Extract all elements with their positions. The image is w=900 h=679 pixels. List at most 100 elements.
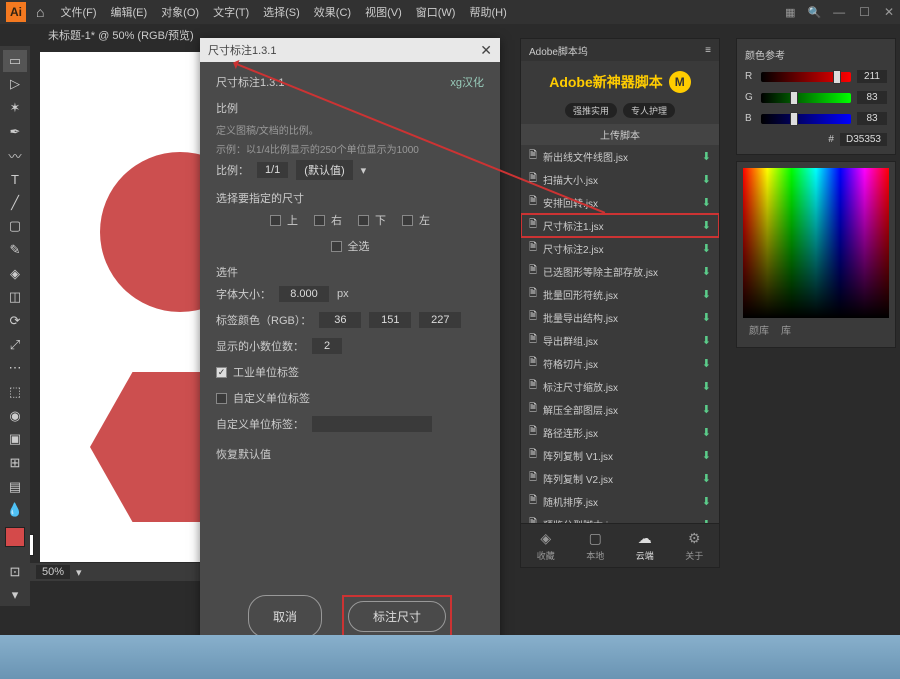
download-icon[interactable]: ⬇	[702, 219, 711, 232]
direct-selection-tool[interactable]: ▷	[3, 74, 27, 96]
menu-type[interactable]: 文字(T)	[207, 2, 255, 22]
chk-bottom[interactable]: 下	[358, 212, 386, 228]
download-icon[interactable]: ⬇	[702, 173, 711, 186]
pill-2[interactable]: 专人护理	[623, 103, 675, 118]
cancel-button[interactable]: 取消	[248, 595, 322, 638]
ratio-select[interactable]: 1/1	[257, 162, 288, 178]
tab-favorite[interactable]: ◈收藏	[537, 530, 555, 562]
script-list-item[interactable]: 🗎已选图形等除主部存放.jsx⬇	[521, 260, 719, 283]
g-slider[interactable]	[761, 93, 851, 103]
download-icon[interactable]: ⬇	[702, 449, 711, 462]
search-icon[interactable]: 🔍	[807, 6, 821, 19]
menu-edit[interactable]: 编辑(E)	[105, 2, 154, 22]
zoom-dropdown-icon[interactable]: ▾	[76, 566, 82, 579]
change-screen-tool[interactable]: ▾	[3, 585, 27, 607]
b-slider[interactable]	[761, 114, 851, 124]
download-icon[interactable]: ⬇	[702, 311, 711, 324]
chk-select-all[interactable]: 全选	[331, 238, 370, 254]
zoom-value[interactable]: 50%	[36, 565, 70, 579]
menu-select[interactable]: 选择(S)	[257, 2, 306, 22]
download-icon[interactable]: ⬇	[702, 403, 711, 416]
chk-right[interactable]: 右	[314, 212, 342, 228]
script-list-item[interactable]: 🗎导出群组.jsx⬇	[521, 329, 719, 352]
menu-file[interactable]: 文件(F)	[54, 2, 102, 22]
minimize-button[interactable]: —	[833, 5, 845, 19]
menu-effect[interactable]: 效果(C)	[308, 2, 357, 22]
shaper-tool[interactable]: ◈	[3, 263, 27, 285]
curvature-tool[interactable]: 〰	[3, 145, 27, 167]
rectangle-tool[interactable]: ▢	[3, 216, 27, 238]
chk-left[interactable]: 左	[402, 212, 430, 228]
ok-button[interactable]: 标注尺寸	[348, 601, 446, 632]
script-list-item[interactable]: 🗎批量导出结构.jsx⬇	[521, 306, 719, 329]
chk-top[interactable]: 上	[270, 212, 298, 228]
color-r-input[interactable]	[319, 312, 361, 328]
tab-local[interactable]: ▢本地	[586, 530, 604, 562]
dialog-close-button[interactable]: ✕	[480, 42, 492, 59]
font-size-input[interactable]	[279, 286, 329, 302]
red-hexagon-shape[interactable]	[90, 372, 200, 522]
fill-stroke-swatch[interactable]	[5, 527, 25, 547]
script-list-item[interactable]: 🗎阵列复制 V1.jsx⬇	[521, 444, 719, 467]
free-transform-tool[interactable]: ⬚	[3, 381, 27, 403]
download-icon[interactable]: ⬇	[702, 150, 711, 163]
scripts-list[interactable]: 🗎新出线文件线图.jsx⬇🗎扫描大小.jsx⬇🗎安排回转.jsx⬇🗎尺寸标注1.…	[521, 145, 719, 523]
selection-tool[interactable]: ▭	[3, 50, 27, 72]
dropdown-icon[interactable]: ▾	[361, 164, 367, 177]
rotate-tool[interactable]: ⟳	[3, 310, 27, 332]
close-button[interactable]: ✕	[884, 5, 894, 19]
ratio-default-select[interactable]: (默认值)	[296, 160, 352, 180]
script-list-item[interactable]: 🗎阵列复制 V2.jsx⬇	[521, 467, 719, 490]
tab-about[interactable]: ⚙关于	[685, 530, 703, 562]
script-list-item[interactable]: 🗎标注尺寸缩放.jsx⬇	[521, 375, 719, 398]
pill-1[interactable]: 强推实用	[565, 103, 617, 118]
magic-wand-tool[interactable]: ✶	[3, 97, 27, 119]
color-g-input[interactable]	[369, 312, 411, 328]
panel-menu-icon[interactable]: ≡	[705, 45, 711, 56]
script-list-item[interactable]: 🗎符格切片.jsx⬇	[521, 352, 719, 375]
script-list-item[interactable]: 🗎尺寸标注2.jsx⬇	[521, 237, 719, 260]
maximize-button[interactable]: ☐	[859, 5, 870, 19]
color-panel-tab[interactable]: 颜色参考	[745, 47, 887, 62]
script-list-item[interactable]: 🗎安排回转.jsx⬇	[521, 191, 719, 214]
script-list-item[interactable]: 🗎新出线文件线图.jsx⬇	[521, 145, 719, 168]
menu-help[interactable]: 帮助(H)	[463, 2, 512, 22]
download-icon[interactable]: ⬇	[702, 265, 711, 278]
chk-custom-units[interactable]: 自定义单位标签	[216, 390, 310, 406]
script-list-item[interactable]: 🗎随机排序.jsx⬇	[521, 490, 719, 513]
gradient-tool[interactable]: ▤	[3, 476, 27, 498]
screen-mode-tool[interactable]: ⊡	[3, 561, 27, 583]
eyedropper-tool[interactable]: 💧	[3, 499, 27, 521]
menu-object[interactable]: 对象(O)	[155, 2, 205, 22]
tab-cloud[interactable]: ☁云端	[636, 530, 654, 562]
r-value[interactable]: 211	[857, 70, 887, 83]
script-list-item[interactable]: 🗎尺寸标注1.jsx⬇	[521, 214, 719, 237]
type-tool[interactable]: T	[3, 168, 27, 190]
b-value[interactable]: 83	[857, 112, 887, 125]
download-icon[interactable]: ⬇	[702, 196, 711, 209]
script-list-item[interactable]: 🗎预览分型脚本.jsx⬇	[521, 513, 719, 523]
decimals-input[interactable]	[312, 338, 342, 354]
download-icon[interactable]: ⬇	[702, 426, 711, 439]
script-list-item[interactable]: 🗎解压全部图层.jsx⬇	[521, 398, 719, 421]
download-icon[interactable]: ⬇	[702, 472, 711, 485]
shape-builder-tool[interactable]: ◉	[3, 405, 27, 427]
picker-tab-swatches[interactable]: 颜库	[749, 322, 769, 337]
download-icon[interactable]: ⬇	[702, 288, 711, 301]
download-icon[interactable]: ⬇	[702, 357, 711, 370]
download-icon[interactable]: ⬇	[702, 242, 711, 255]
line-tool[interactable]: ╱	[3, 192, 27, 214]
scale-tool[interactable]: ⤢	[3, 334, 27, 356]
pen-tool[interactable]: ✒	[3, 121, 27, 143]
color-b-input[interactable]	[419, 312, 461, 328]
script-list-item[interactable]: 🗎路径连形.jsx⬇	[521, 421, 719, 444]
eraser-tool[interactable]: ◫	[3, 287, 27, 309]
hex-value[interactable]: D35353	[840, 133, 887, 146]
red-circle-shape[interactable]	[100, 152, 200, 312]
script-list-item[interactable]: 🗎批量回形符统.jsx⬇	[521, 283, 719, 306]
script-list-item[interactable]: 🗎扫描大小.jsx⬇	[521, 168, 719, 191]
color-picker-area[interactable]	[743, 168, 889, 318]
download-icon[interactable]: ⬇	[702, 495, 711, 508]
menu-view[interactable]: 视图(V)	[359, 2, 408, 22]
canvas[interactable]	[40, 52, 200, 562]
